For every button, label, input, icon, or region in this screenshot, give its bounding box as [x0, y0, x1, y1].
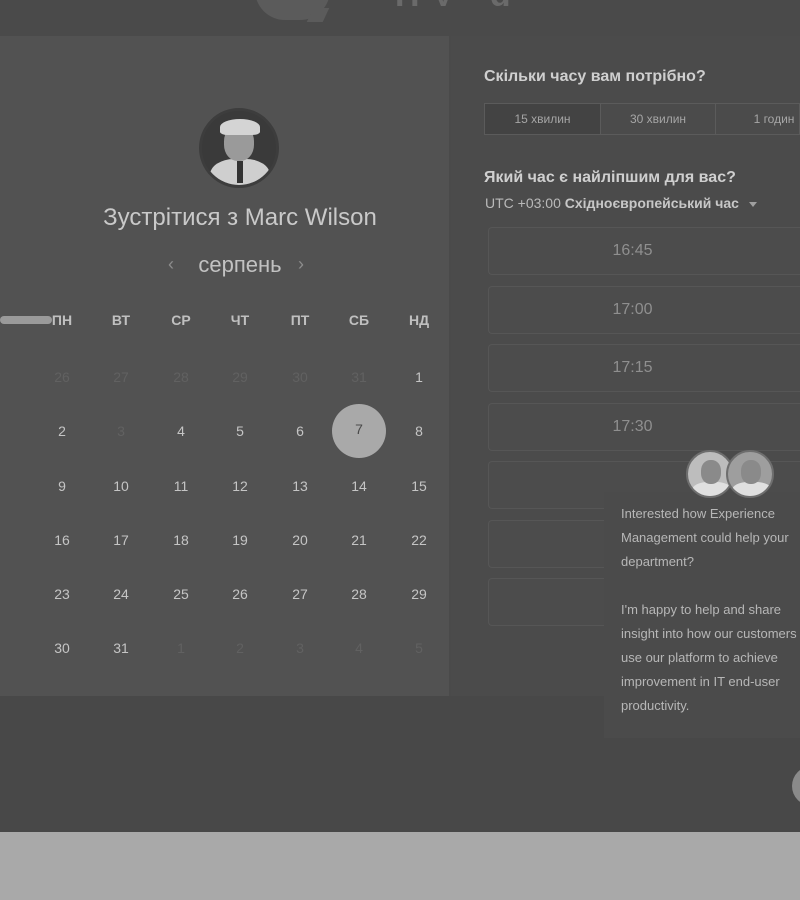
weekday-label: ВТ — [111, 312, 131, 328]
time-question: Який час є найліпшим для вас? — [484, 169, 736, 186]
timezone-offset: UTC +03:00 — [485, 195, 561, 211]
month-navigator: серпень ‹ › — [160, 252, 320, 280]
calendar-day: 29 — [232, 369, 248, 385]
duration-selector: 15 хвилин 30 хвилин 1 годин — [484, 103, 800, 135]
calendar-day: 27 — [113, 369, 129, 385]
time-slot-button[interactable]: 17:00 — [488, 286, 800, 334]
calendar-day[interactable]: 19 — [220, 520, 260, 560]
timezone-name: Східноєвропейський час — [564, 195, 739, 211]
duration-option-15[interactable]: 15 хвилин — [485, 104, 601, 134]
chevron-right-icon[interactable]: › — [298, 254, 304, 275]
duration-option-30[interactable]: 30 хвилин — [601, 104, 716, 134]
calendar-day[interactable]: 18 — [161, 520, 201, 560]
month-label: серпень — [198, 252, 282, 277]
calendar-day[interactable]: 26 — [220, 574, 260, 614]
calendar-day[interactable]: 15 — [399, 466, 439, 506]
calendar-day[interactable]: 8 — [399, 411, 439, 451]
calendar-day[interactable]: 1 — [399, 357, 439, 397]
calendar-day[interactable]: 21 — [339, 520, 379, 560]
meeting-title: Зустрітися з Marc Wilson — [103, 204, 377, 231]
calendar-day[interactable]: 29 — [399, 574, 439, 614]
duration-option-60[interactable]: 1 годин — [716, 104, 800, 134]
time-slot-button[interactable]: 17:30 — [488, 403, 800, 451]
chat-message-1: Interested how Experience Management cou… — [621, 506, 789, 569]
logo-wordmark: Hy g — [395, 0, 565, 6]
calendar-day-selected[interactable]: 7 — [332, 404, 386, 458]
calendar-day: 28 — [173, 369, 189, 385]
host-avatar — [199, 108, 279, 188]
calendar-day: 5 — [415, 640, 423, 656]
calendar-day[interactable]: 31 — [101, 628, 141, 668]
weekday-label: СР — [171, 312, 191, 328]
calendar-day[interactable]: 11 — [161, 466, 201, 506]
calendar-day[interactable]: 28 — [339, 574, 379, 614]
calendar-day: 4 — [355, 640, 363, 656]
calendar-day[interactable]: 4 — [161, 411, 201, 451]
weekday-label: ПН — [51, 312, 73, 328]
time-slot-button[interactable]: 17:15 — [488, 344, 800, 392]
calendar-day: 1 — [177, 640, 185, 656]
calendar-day[interactable]: 20 — [280, 520, 320, 560]
calendar-day[interactable]: 5 — [220, 411, 260, 451]
timezone-selector[interactable]: UTC +03:00 Східноєвропейський час — [485, 195, 757, 211]
chat-message-2: I'm happy to help and share insight into… — [621, 602, 797, 713]
calendar-day: 3 — [296, 640, 304, 656]
calendar-day[interactable]: 2 — [42, 411, 82, 451]
calendar-day[interactable]: 12 — [220, 466, 260, 506]
calendar-day[interactable]: 27 — [280, 574, 320, 614]
caret-down-icon — [748, 201, 757, 207]
calendar-day[interactable]: 13 — [280, 466, 320, 506]
calendar-day: 26 — [54, 369, 70, 385]
chevron-left-icon[interactable]: ‹ — [168, 254, 174, 275]
time-slot-button[interactable]: 16:45 — [488, 227, 800, 275]
chat-agent-avatars — [686, 450, 778, 500]
calendar-day[interactable]: 24 — [101, 574, 141, 614]
calendar-day: 31 — [351, 369, 367, 385]
weekday-label: ПТ — [290, 312, 310, 328]
calendar-day[interactable]: 9 — [42, 466, 82, 506]
calendar-day: 2 — [236, 640, 244, 656]
calendar-day[interactable]: 23 — [42, 574, 82, 614]
agent-avatar — [726, 450, 774, 498]
calendar-day[interactable]: 6 — [280, 411, 320, 451]
calendar-day[interactable]: 14 — [339, 466, 379, 506]
weekday-label: СБ — [348, 312, 370, 328]
weekday-label: НД — [408, 312, 430, 328]
calendar-day: 3 — [117, 423, 125, 439]
calendar-day[interactable]: 16 — [42, 520, 82, 560]
calendar-day[interactable]: 17 — [101, 520, 141, 560]
chat-popup: Interested how Experience Management cou… — [604, 492, 800, 738]
calendar-day[interactable]: 10 — [101, 466, 141, 506]
calendar-day[interactable]: 30 — [42, 628, 82, 668]
duration-question: Скільки часу вам потрібно? — [484, 68, 706, 85]
calendar-day[interactable]: 25 — [161, 574, 201, 614]
calendar-day[interactable]: 22 — [399, 520, 439, 560]
calendar-day: 30 — [292, 369, 308, 385]
weekday-label: ЧТ — [230, 312, 250, 328]
page-bottom-strip — [0, 832, 800, 900]
